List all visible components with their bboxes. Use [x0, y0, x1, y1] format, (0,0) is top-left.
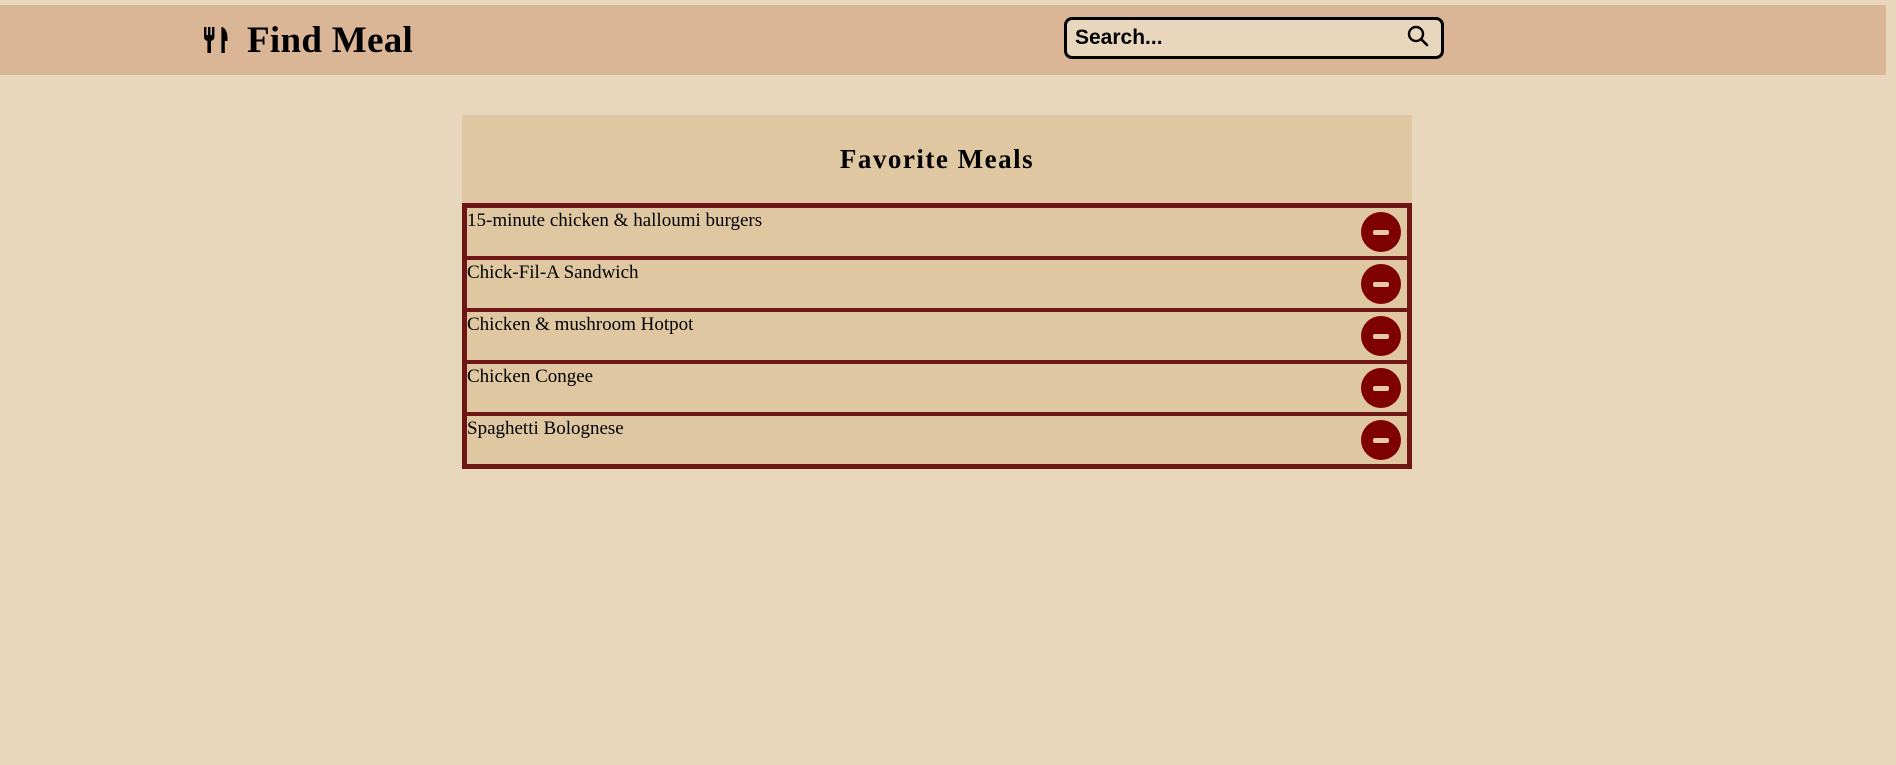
remove-favorite-button[interactable]: [1361, 212, 1401, 252]
minus-circle-icon: [1373, 333, 1389, 339]
favorites-list: 15-minute chicken & halloumi burgers Chi…: [462, 203, 1412, 469]
remove-favorite-button[interactable]: [1361, 264, 1401, 304]
remove-favorite-button[interactable]: [1361, 368, 1401, 408]
list-item[interactable]: Chick-Fil-A Sandwich: [467, 256, 1407, 308]
utensils-icon: [203, 25, 229, 55]
top-bar: Find Meal: [0, 5, 1886, 75]
list-item[interactable]: Chicken & mushroom Hotpot: [467, 308, 1407, 360]
favorites-panel: Favorite Meals 15-minute chicken & hallo…: [462, 115, 1412, 469]
meal-name[interactable]: 15-minute chicken & halloumi burgers: [467, 210, 762, 232]
search-box: [1064, 17, 1444, 59]
app-title: Find Meal: [247, 19, 414, 61]
remove-favorite-button[interactable]: [1361, 420, 1401, 460]
remove-favorite-button[interactable]: [1361, 316, 1401, 356]
minus-circle-icon: [1373, 437, 1389, 443]
minus-circle-icon: [1373, 385, 1389, 391]
search-icon: [1407, 25, 1429, 52]
list-item[interactable]: Spaghetti Bolognese: [467, 412, 1407, 464]
search-button[interactable]: [1401, 21, 1435, 55]
list-item[interactable]: Chicken Congee: [467, 360, 1407, 412]
brand[interactable]: Find Meal: [203, 5, 413, 75]
meal-name[interactable]: Chick-Fil-A Sandwich: [467, 262, 639, 284]
meal-name[interactable]: Chicken Congee: [467, 366, 593, 388]
meal-name[interactable]: Spaghetti Bolognese: [467, 418, 624, 440]
minus-circle-icon: [1373, 229, 1389, 235]
favorites-header: Favorite Meals: [462, 115, 1412, 203]
favorites-title: Favorite Meals: [839, 143, 1035, 174]
minus-circle-icon: [1373, 281, 1389, 287]
search-input[interactable]: [1067, 20, 1401, 56]
list-item[interactable]: 15-minute chicken & halloumi burgers: [467, 208, 1407, 256]
meal-name[interactable]: Chicken & mushroom Hotpot: [467, 314, 693, 336]
